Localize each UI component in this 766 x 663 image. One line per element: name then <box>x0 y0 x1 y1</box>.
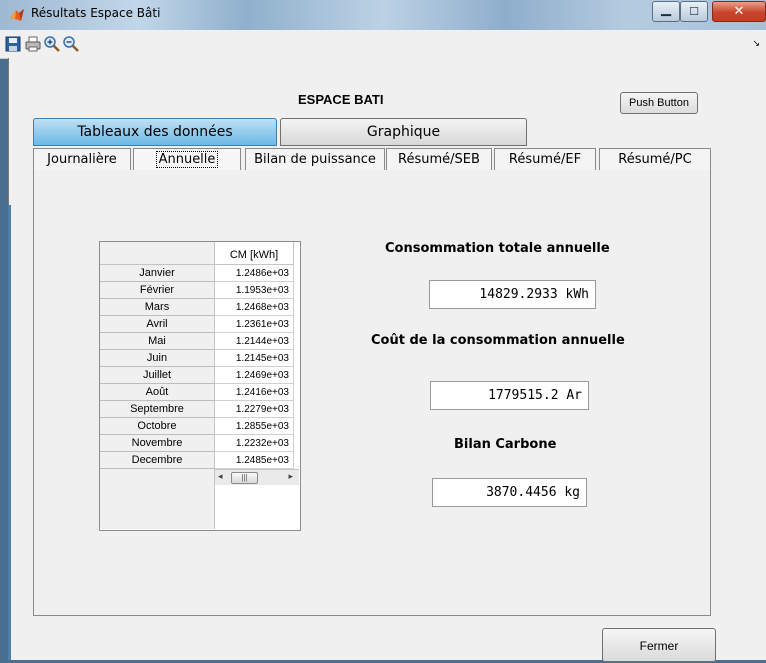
table-empty-area <box>100 469 215 529</box>
table-row: Novembre 1.2232e+03 <box>100 435 300 452</box>
scroll-right-icon[interactable]: ▸ <box>288 471 293 482</box>
cell-value: 1.2145e+03 <box>235 353 289 364</box>
row-header: Novembre <box>100 435 215 452</box>
carbon-value: 3870.4456 kg <box>486 485 580 500</box>
scroll-left-icon[interactable]: ◂ <box>218 471 223 482</box>
cost-value: 1779515.2 Ar <box>488 388 582 403</box>
table-cell[interactable]: 1.2485e+03 <box>215 452 294 469</box>
table-horizontal-scrollbar[interactable]: ◂ ||| ▸ <box>215 469 299 485</box>
maximize-button[interactable]: ☐ <box>680 1 708 22</box>
subtab-bilan-de-puissance[interactable]: Bilan de puissance <box>245 148 385 171</box>
table-row: Juin 1.2145e+03 <box>100 350 300 367</box>
table-row: Octobre 1.2855e+03 <box>100 418 300 435</box>
cell-value: 1.2416e+03 <box>235 387 289 398</box>
matlab-app-icon <box>9 7 25 23</box>
table-cell[interactable]: 1.2469e+03 <box>215 367 294 384</box>
row-header: Octobre <box>100 418 215 435</box>
table-cell[interactable]: 1.2416e+03 <box>215 384 294 401</box>
tab-graphique[interactable]: Graphique <box>280 118 527 146</box>
table-row: Juillet 1.2469e+03 <box>100 367 300 384</box>
table-cell[interactable]: 1.2486e+03 <box>215 265 294 282</box>
scroll-thumb[interactable]: ||| <box>231 472 258 484</box>
table-cell[interactable]: 1.2145e+03 <box>215 350 294 367</box>
cell-value: 1.1953e+03 <box>235 285 289 296</box>
cost-label: Coût de la consommation annuelle <box>371 333 625 348</box>
table-cell[interactable]: 1.2361e+03 <box>215 316 294 333</box>
subtab-resume-ef[interactable]: Résumé/EF <box>494 148 596 171</box>
push-button[interactable]: Push Button <box>620 92 698 114</box>
title-bar: Résultats Espace Bâti ▁ ☐ ✕ <box>0 0 766 30</box>
row-header: Janvier <box>100 265 215 282</box>
row-header: Juin <box>100 350 215 367</box>
zoom-out-icon[interactable] <box>62 35 80 53</box>
window-left-edge <box>8 205 11 660</box>
toolbar-overflow-icon[interactable]: ↘ <box>752 39 760 49</box>
window-title: Résultats Espace Bâti <box>31 6 161 20</box>
consumption-label: Consommation totale annuelle <box>385 241 610 256</box>
cell-value: 1.2855e+03 <box>235 421 289 432</box>
table-cell[interactable]: 1.2144e+03 <box>215 333 294 350</box>
consumption-field[interactable]: 14829.2933 kWh <box>429 280 596 309</box>
table-row: Janvier 1.2486e+03 <box>100 265 300 282</box>
row-header: Decembre <box>100 452 215 469</box>
subtab-annuelle-label: Annuelle <box>155 151 219 168</box>
results-window: Résultats Espace Bâti ▁ ☐ ✕ ↘ ESPACE BAT… <box>0 0 766 662</box>
table-row: Février 1.1953e+03 <box>100 282 300 299</box>
table-cell[interactable]: 1.1953e+03 <box>215 282 294 299</box>
cell-value: 1.2232e+03 <box>235 438 289 449</box>
row-header: Juillet <box>100 367 215 384</box>
zoom-in-icon[interactable] <box>43 35 61 53</box>
page-title: ESPACE BATI <box>298 92 384 107</box>
subtab-annuelle[interactable]: Annuelle <box>133 148 241 171</box>
table-cell[interactable]: 1.2468e+03 <box>215 299 294 316</box>
table-row: Decembre 1.2485e+03 <box>100 452 300 469</box>
table-row: Avril 1.2361e+03 <box>100 316 300 333</box>
minimize-button[interactable]: ▁ <box>652 1 680 22</box>
close-window-button[interactable]: ✕ <box>712 1 766 22</box>
row-header: Août <box>100 384 215 401</box>
cell-value: 1.2361e+03 <box>235 319 289 330</box>
table-cell[interactable]: 1.2855e+03 <box>215 418 294 435</box>
cell-value: 1.2485e+03 <box>235 455 289 466</box>
carbon-label: Bilan Carbone <box>454 437 557 452</box>
monthly-consumption-table[interactable]: CM [kWh] Janvier 1.2486e+03 Février 1.19… <box>99 241 301 531</box>
cell-value: 1.2486e+03 <box>235 268 289 279</box>
cell-value: 1.2144e+03 <box>235 336 289 347</box>
consumption-value: 14829.2933 kWh <box>479 287 589 302</box>
row-header: Février <box>100 282 215 299</box>
subtab-resume-pc[interactable]: Résumé/PC <box>599 148 711 171</box>
table-cell[interactable]: 1.2279e+03 <box>215 401 294 418</box>
subtab-journaliere[interactable]: Journalière <box>33 148 131 171</box>
subtab-resume-seb[interactable]: Résumé/SEB <box>386 148 492 171</box>
row-header: Septembre <box>100 401 215 418</box>
table-row: Septembre 1.2279e+03 <box>100 401 300 418</box>
table-row: Mars 1.2468e+03 <box>100 299 300 316</box>
table-row: Mai 1.2144e+03 <box>100 333 300 350</box>
toolbar: ↘ <box>0 30 766 59</box>
tab-tableaux-des-donnees[interactable]: Tableaux des données <box>33 118 277 146</box>
close-button[interactable]: Fermer <box>602 628 716 662</box>
row-header: Mars <box>100 299 215 316</box>
row-header: Avril <box>100 316 215 333</box>
minimize-icon: ▁ <box>661 2 671 17</box>
close-icon: ✕ <box>733 4 745 19</box>
table-column-header: CM [kWh] <box>215 242 294 265</box>
cell-value: 1.2468e+03 <box>235 302 289 313</box>
cell-value: 1.2279e+03 <box>235 404 289 415</box>
maximize-icon: ☐ <box>689 5 699 18</box>
carbon-field[interactable]: 3870.4456 kg <box>432 478 587 507</box>
row-header: Mai <box>100 333 215 350</box>
print-icon[interactable] <box>24 35 42 53</box>
cost-field[interactable]: 1779515.2 Ar <box>430 381 589 410</box>
save-icon[interactable] <box>4 35 22 53</box>
table-cell[interactable]: 1.2232e+03 <box>215 435 294 452</box>
table-corner <box>100 242 215 265</box>
cell-value: 1.2469e+03 <box>235 370 289 381</box>
table-row: Août 1.2416e+03 <box>100 384 300 401</box>
